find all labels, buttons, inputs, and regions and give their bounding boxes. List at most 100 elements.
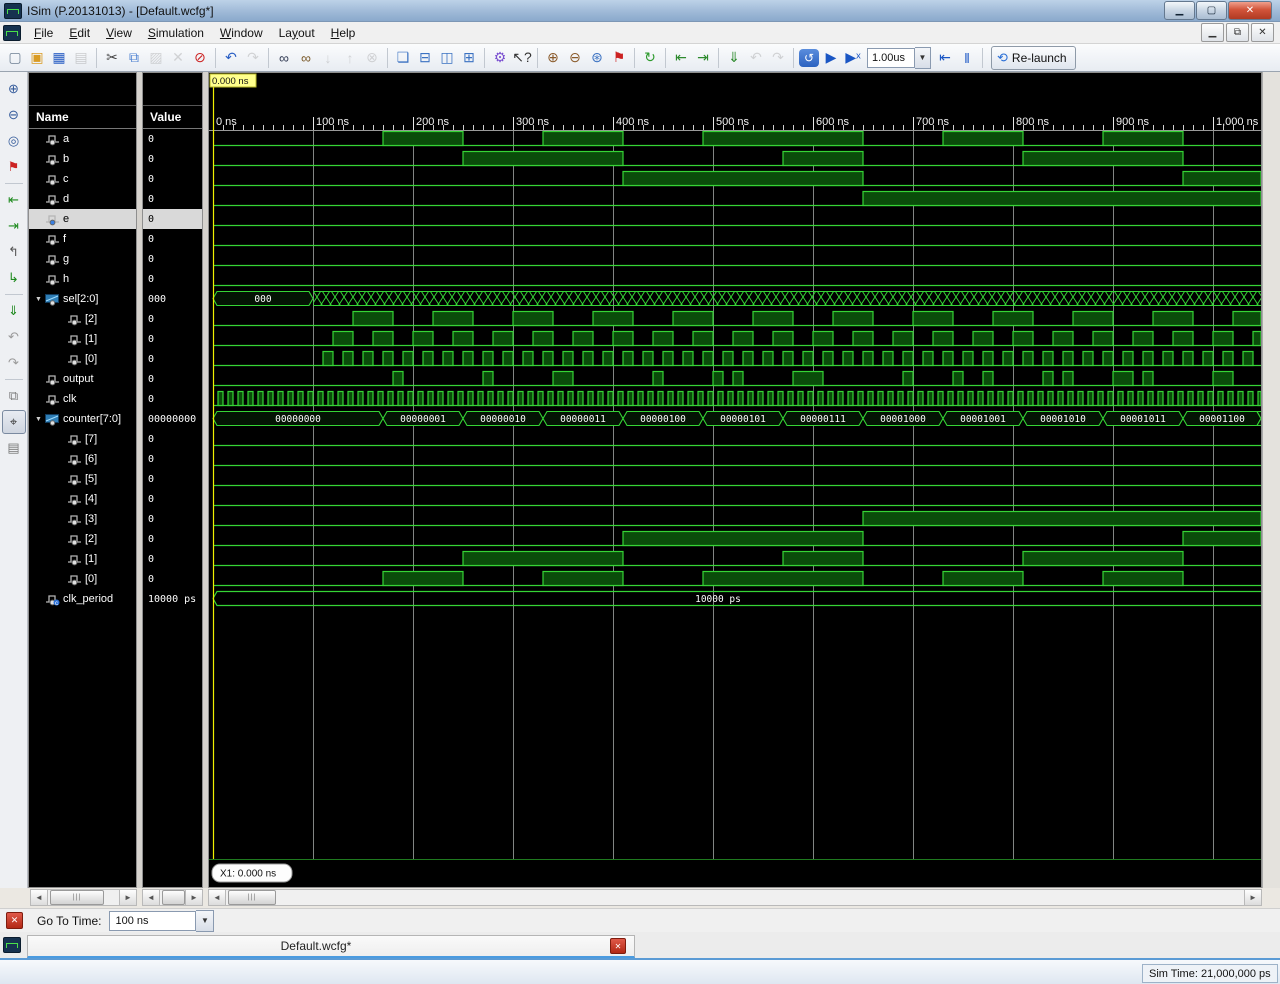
redo-icon[interactable]: ↷ [242, 47, 264, 69]
chevron-down-icon[interactable]: ▼ [196, 910, 214, 932]
new-document-icon[interactable]: ▢ [4, 47, 26, 69]
find-icon[interactable]: ∞ [273, 47, 295, 69]
menu-help[interactable]: Help [323, 23, 364, 43]
signal-row-0[interactable]: [0] [29, 349, 136, 369]
signal-row-1[interactable]: [1] [29, 549, 136, 569]
signal-row-4[interactable]: [4] [29, 489, 136, 509]
signal-row-sel20[interactable]: ▼sel[2:0] [29, 289, 136, 309]
scroll-right-arrow[interactable]: ► [185, 890, 202, 905]
run-time-combo[interactable]: 1.00us▼ [867, 48, 931, 68]
signal-row-7[interactable]: [7] [29, 429, 136, 449]
scroll-thumb[interactable]: ||| [228, 890, 276, 905]
menu-view[interactable]: View [98, 23, 140, 43]
run-all-icon[interactable]: ▶ [820, 47, 842, 69]
find-prev-icon[interactable]: ↑ [339, 47, 361, 69]
signal-row-h[interactable]: h [29, 269, 136, 289]
signal-row-clk_period[interactable]: cclk_period [29, 589, 136, 609]
signal-row-1[interactable]: [1] [29, 329, 136, 349]
wave-zoom-marker-icon[interactable]: ⚑ [2, 155, 26, 179]
scroll-thumb[interactable]: ||| [50, 890, 104, 905]
value-column-header[interactable]: Value [143, 106, 202, 129]
open-folder-icon[interactable]: ▣ [26, 47, 48, 69]
mdi-restore-button[interactable]: ⧉ [1226, 23, 1249, 42]
undo-icon[interactable]: ↶ [220, 47, 242, 69]
paste-icon[interactable]: ▨ [145, 47, 167, 69]
tile-vertical-icon[interactable]: ◫ [436, 47, 458, 69]
copy-icon[interactable]: ⧉ [123, 47, 145, 69]
tab-close-icon[interactable]: ✕ [610, 938, 626, 954]
reload-icon[interactable]: ↻ [639, 47, 661, 69]
save-icon[interactable]: ▦ [48, 47, 70, 69]
signal-row-b[interactable]: b [29, 149, 136, 169]
waveform-canvas[interactable]: 0 ns100 ns200 ns300 ns400 ns500 ns600 ns… [209, 73, 1261, 887]
zoom-full-icon[interactable]: ⊛ [586, 47, 608, 69]
goto-time-combo[interactable]: 100 ns ▼ [109, 911, 214, 931]
close-button[interactable]: ✕ [1228, 1, 1272, 20]
cut-icon[interactable]: ✂ [101, 47, 123, 69]
menu-edit[interactable]: Edit [61, 23, 98, 43]
goto-time-zero-icon[interactable]: ⇤ [670, 47, 692, 69]
signal-row-0[interactable]: [0] [29, 569, 136, 589]
float-window-icon[interactable]: ⊞ [458, 47, 480, 69]
signal-row-c[interactable]: c [29, 169, 136, 189]
zoom-to-marker-icon[interactable]: ⚑ [608, 47, 630, 69]
signal-row-a[interactable]: a [29, 129, 136, 149]
snap-to-transition-icon[interactable]: ⇓ [723, 47, 745, 69]
print-icon[interactable]: ▤ [70, 47, 92, 69]
signal-row-clk[interactable]: clk [29, 389, 136, 409]
find-replace-icon[interactable]: ∞ [295, 47, 317, 69]
chevron-down-icon[interactable]: ▼ [915, 47, 931, 69]
waveform-viewport[interactable]: 0 ns100 ns200 ns300 ns400 ns500 ns600 ns… [208, 72, 1262, 888]
break-icon[interactable]: ‖ [956, 47, 978, 69]
signal-row-f[interactable]: f [29, 229, 136, 249]
signal-row-6[interactable]: [6] [29, 449, 136, 469]
signal-row-g[interactable]: g [29, 249, 136, 269]
next-transition-icon[interactable]: ↳ [2, 266, 26, 290]
signal-row-counter70[interactable]: ▼counter[7:0] [29, 409, 136, 429]
goto-sim-end-icon[interactable]: ⇥ [692, 47, 714, 69]
waveform-hscrollbar[interactable]: ◄ ||| ► [208, 889, 1262, 906]
preferences-wrench-icon[interactable]: ⚙ [489, 47, 511, 69]
marker-mode-icon[interactable]: ⌖ [2, 410, 26, 434]
delete-icon[interactable]: ✕ [167, 47, 189, 69]
stop-icon[interactable]: ⊘ [189, 47, 211, 69]
tab-default-wcfg[interactable]: Default.wcfg* ✕ [27, 935, 635, 958]
menu-simulation[interactable]: Simulation [140, 23, 212, 43]
value-panel-hscrollbar[interactable]: ◄ ► [142, 889, 203, 906]
prev-marker-icon[interactable]: ↶ [745, 47, 767, 69]
name-column-header[interactable]: Name [29, 106, 136, 129]
maximize-button[interactable]: ▢ [1196, 1, 1227, 20]
goto-bar-close-icon[interactable]: ✕ [6, 912, 23, 929]
run-for-time-icon[interactable]: ▶ˣ [842, 47, 864, 69]
whats-this-icon[interactable]: ↖? [511, 47, 533, 69]
signal-row-2[interactable]: [2] [29, 529, 136, 549]
menu-window[interactable]: Window [212, 23, 271, 43]
scroll-left-arrow[interactable]: ◄ [143, 890, 160, 905]
relaunch-button[interactable]: ⟲Re-launch [991, 46, 1076, 70]
ruler-icon[interactable]: ▤ [2, 436, 26, 460]
restart-icon[interactable]: ↺ [798, 47, 820, 69]
snap-marker-icon[interactable]: ⇓ [2, 299, 26, 323]
tile-horizontal-icon[interactable]: ⊟ [414, 47, 436, 69]
expand-triangle-icon[interactable]: ▼ [35, 416, 45, 423]
go-to-end-icon[interactable]: ⇥ [2, 214, 26, 238]
clear-search-icon[interactable]: ⊗ [361, 47, 383, 69]
prev-edge-icon[interactable]: ↶ [2, 325, 26, 349]
menu-layout[interactable]: Layout [271, 23, 323, 43]
mdi-close-button[interactable]: ✕ [1251, 23, 1274, 42]
step-icon[interactable]: ⇤ [934, 47, 956, 69]
scroll-left-arrow[interactable]: ◄ [31, 890, 48, 905]
signal-row-5[interactable]: [5] [29, 469, 136, 489]
name-panel-hscrollbar[interactable]: ◄ ||| ► [30, 889, 137, 906]
scroll-thumb[interactable] [162, 890, 185, 905]
signal-row-d[interactable]: d [29, 189, 136, 209]
menu-file[interactable]: File [26, 23, 61, 43]
prev-transition-icon[interactable]: ↰ [2, 240, 26, 264]
expand-triangle-icon[interactable]: ▼ [35, 296, 45, 303]
signal-row-2[interactable]: [2] [29, 309, 136, 329]
goto-time-input[interactable]: 100 ns [109, 911, 196, 931]
zoom-in-icon[interactable]: ⊕ [542, 47, 564, 69]
wave-zoom-fit-icon[interactable]: ◎ [2, 129, 26, 153]
swap-cursor-icon[interactable]: ⧉ [2, 384, 26, 408]
zoom-out-icon[interactable]: ⊖ [564, 47, 586, 69]
